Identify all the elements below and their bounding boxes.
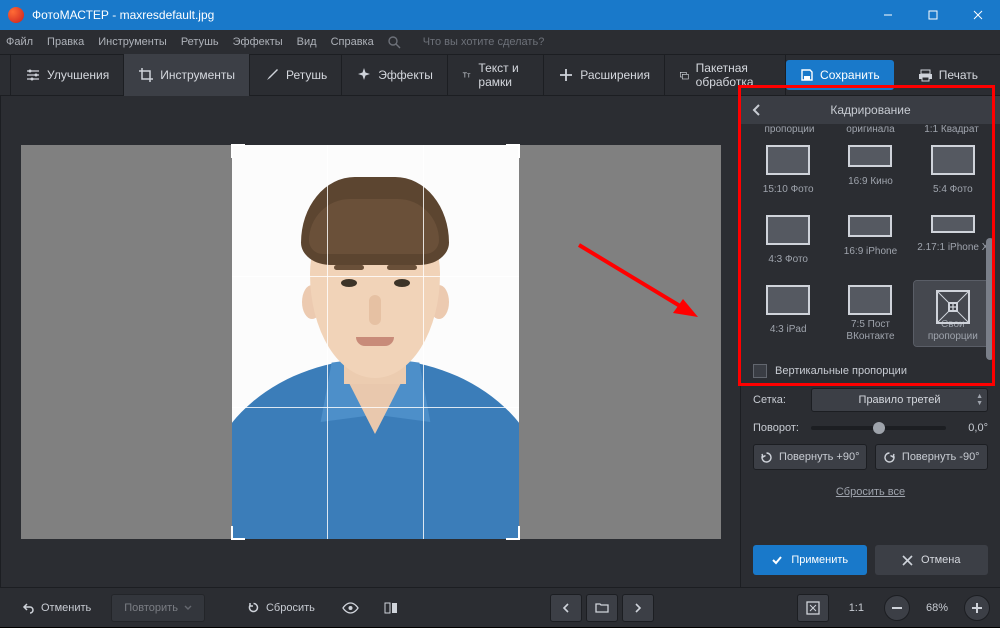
actual-size-button[interactable]: 1:1 bbox=[837, 594, 876, 622]
ratio-4-3[interactable]: 4:3 Фото bbox=[749, 211, 827, 275]
maximize-button[interactable] bbox=[910, 0, 955, 30]
menu-tools[interactable]: Инструменты bbox=[98, 36, 167, 48]
minus-icon bbox=[892, 607, 902, 609]
eye-icon bbox=[342, 602, 359, 614]
app-logo-icon bbox=[8, 7, 24, 23]
ratio-16-9[interactable]: 16:9 Кино bbox=[831, 141, 909, 205]
ratio-custom[interactable]: Свои пропорции bbox=[914, 281, 992, 346]
titlebar: ФотоМАСТЕР - maxresdefault.jpg bbox=[0, 0, 1000, 30]
tab-enhance[interactable]: Улучшения bbox=[10, 54, 124, 96]
chevron-down-icon bbox=[184, 604, 192, 612]
save-button[interactable]: Сохранить bbox=[786, 60, 894, 90]
rotate-cw-icon bbox=[760, 451, 773, 464]
minimize-button[interactable] bbox=[865, 0, 910, 30]
window-title: ФотоМАСТЕР - maxresdefault.jpg bbox=[32, 8, 865, 22]
search-icon bbox=[388, 36, 401, 49]
next-image-button[interactable] bbox=[622, 594, 654, 622]
reset-icon bbox=[247, 601, 260, 614]
print-button[interactable]: Печать bbox=[906, 60, 990, 90]
menubar: Файл Правка Инструменты Ретушь Эффекты В… bbox=[0, 30, 1000, 54]
rotation-value: 0,0° bbox=[954, 422, 988, 434]
grid-select[interactable]: Правило третей ▲▼ bbox=[811, 388, 988, 412]
chevron-left-icon bbox=[562, 603, 570, 613]
apply-button[interactable]: Применить bbox=[753, 545, 867, 575]
menu-edit[interactable]: Правка bbox=[47, 36, 84, 48]
stack-icon bbox=[679, 67, 690, 83]
scrollbar-thumb[interactable] bbox=[986, 238, 994, 360]
rotate-cw-button[interactable]: Повернуть +90° bbox=[753, 444, 867, 470]
fit-screen-button[interactable] bbox=[797, 594, 829, 622]
sparkle-icon bbox=[356, 67, 372, 83]
zoom-in-button[interactable] bbox=[964, 595, 990, 621]
print-icon bbox=[918, 68, 933, 83]
crop-icon bbox=[138, 67, 154, 83]
image-preview bbox=[232, 145, 519, 539]
open-folder-button[interactable] bbox=[586, 594, 618, 622]
tab-batch[interactable]: Пакетная обработка bbox=[665, 54, 786, 96]
compare-icon bbox=[384, 601, 398, 615]
text-icon: Tт bbox=[462, 67, 473, 83]
close-button[interactable] bbox=[955, 0, 1000, 30]
ratio-15-10[interactable]: 15:10 Фото bbox=[749, 141, 827, 205]
rotate-ccw-icon bbox=[883, 451, 896, 464]
grid-label: Сетка: bbox=[753, 394, 803, 406]
prev-image-button[interactable] bbox=[550, 594, 582, 622]
vertical-proportions-label: Вертикальные пропорции bbox=[775, 365, 907, 377]
plus-icon bbox=[972, 603, 982, 613]
menu-file[interactable]: Файл bbox=[6, 36, 33, 48]
plus-icon bbox=[558, 67, 574, 83]
folder-icon bbox=[595, 602, 609, 613]
ratio-16-9-iphone[interactable]: 16:9 iPhone bbox=[831, 211, 909, 275]
zoom-value: 68% bbox=[918, 602, 956, 614]
search-input[interactable]: Что вы хотите сделать? bbox=[423, 36, 545, 48]
preview-toggle-button[interactable] bbox=[335, 594, 367, 622]
compare-button[interactable] bbox=[375, 594, 407, 622]
chevron-right-icon bbox=[634, 603, 642, 613]
custom-crop-icon bbox=[931, 285, 975, 329]
ratio-label-partial: пропорции bbox=[749, 124, 830, 135]
tab-extensions[interactable]: Расширения bbox=[544, 54, 665, 96]
rotate-ccw-button[interactable]: Повернуть -90° bbox=[875, 444, 989, 470]
menu-retouch[interactable]: Ретушь bbox=[181, 36, 219, 48]
toolbar: Улучшения Инструменты Ретушь Эффекты Tт … bbox=[0, 54, 1000, 96]
rotation-label: Поворот: bbox=[753, 422, 803, 434]
redo-button[interactable]: Повторить bbox=[111, 594, 205, 622]
reset-crop-link[interactable]: Сбросить все bbox=[753, 486, 988, 498]
brush-icon bbox=[264, 67, 280, 83]
ratio-grid: 15:10 Фото 16:9 Кино 5:4 Фото 4:3 Фото 1… bbox=[741, 137, 1000, 354]
x-icon bbox=[902, 555, 913, 566]
statusbar: Отменить Повторить Сбросить 1:1 68% bbox=[0, 587, 1000, 627]
vertical-proportions-checkbox[interactable] bbox=[753, 364, 767, 378]
zoom-out-button[interactable] bbox=[884, 595, 910, 621]
tab-retouch[interactable]: Ретушь bbox=[250, 54, 342, 96]
sliders-icon bbox=[25, 67, 41, 83]
tab-text[interactable]: Tт Текст и рамки bbox=[448, 54, 544, 96]
check-icon bbox=[771, 554, 783, 566]
rotation-slider[interactable] bbox=[811, 426, 946, 430]
menu-view[interactable]: Вид bbox=[297, 36, 317, 48]
ratio-iphone-x[interactable]: 2.17:1 iPhone X bbox=[914, 211, 992, 275]
menu-help[interactable]: Справка bbox=[331, 36, 374, 48]
ratio-7-5-vk[interactable]: 7:5 Пост ВКонтакте bbox=[831, 281, 909, 346]
undo-button[interactable]: Отменить bbox=[10, 594, 103, 622]
menu-effects[interactable]: Эффекты bbox=[233, 36, 283, 48]
undo-icon bbox=[22, 601, 35, 614]
svg-text:Tт: Tт bbox=[463, 71, 471, 80]
ratio-label-partial: оригинала bbox=[830, 124, 911, 135]
tab-tools[interactable]: Инструменты bbox=[124, 54, 250, 96]
back-button[interactable] bbox=[747, 100, 767, 120]
ratio-5-4[interactable]: 5:4 Фото bbox=[914, 141, 992, 205]
save-icon bbox=[800, 68, 814, 82]
cancel-button[interactable]: Отмена bbox=[875, 545, 989, 575]
ratio-label-partial: 1:1 Квадрат bbox=[911, 124, 992, 135]
fit-icon bbox=[806, 601, 820, 615]
ratio-4-3-ipad[interactable]: 4:3 iPad bbox=[749, 281, 827, 346]
tab-effects[interactable]: Эффекты bbox=[342, 54, 448, 96]
side-panel: Кадрирование пропорции оригинала 1:1 Ква… bbox=[740, 96, 1000, 587]
panel-header: Кадрирование bbox=[741, 96, 1000, 124]
canvas[interactable] bbox=[0, 96, 740, 587]
reset-button[interactable]: Сбросить bbox=[235, 594, 327, 622]
